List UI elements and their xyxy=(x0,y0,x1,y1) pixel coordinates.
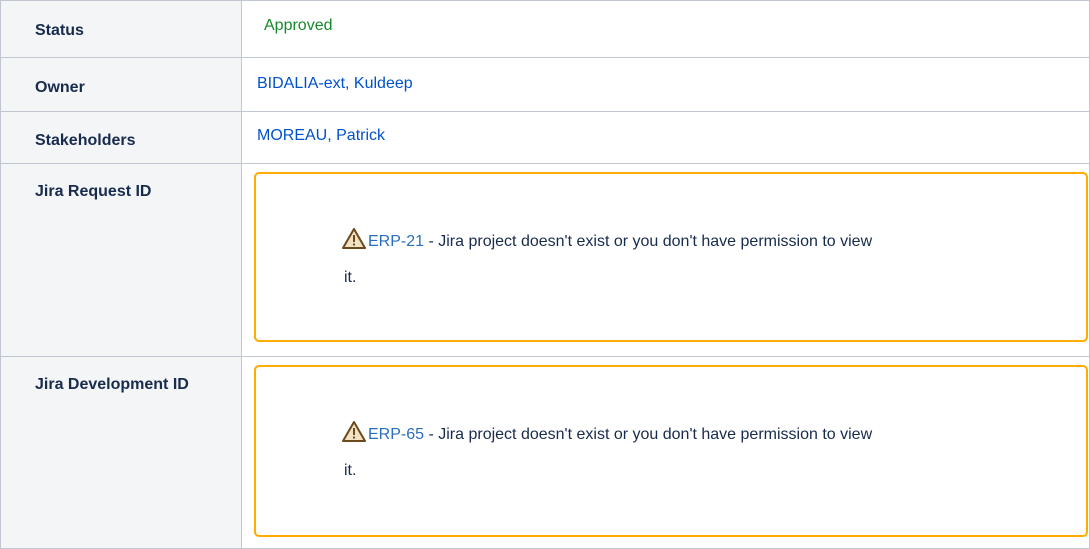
jira-issue-link[interactable]: ERP-65 xyxy=(368,426,424,443)
jira-development-value-cell: ERP-65 - Jira project doesn't exist or y… xyxy=(241,356,1090,549)
page-properties-table: Status Approved Owner BIDALIA-ext, Kulde… xyxy=(0,0,1090,549)
jira-development-label: Jira Development ID xyxy=(35,376,189,393)
status-value-cell: Approved xyxy=(241,0,1090,58)
jira-issue-message-cont: it. xyxy=(344,269,357,286)
jira-request-label: Jira Request ID xyxy=(35,183,152,200)
warning-icon xyxy=(342,228,366,249)
warning-icon xyxy=(342,421,366,442)
status-value: Approved xyxy=(264,17,333,34)
stakeholders-label: Stakeholders xyxy=(35,132,136,149)
table-row: Jira Request ID ERP-21 - Jira project do… xyxy=(0,163,1090,357)
owner-link-wrap: BIDALIA-ext, Kuldeep xyxy=(242,58,1089,93)
jira-request-label-cell: Jira Request ID xyxy=(0,163,242,357)
jira-issue-message: - Jira project doesn't exist or you don'… xyxy=(424,233,873,250)
stakeholders-value-cell: MOREAU, Patrick xyxy=(241,111,1090,164)
status-label-cell: Status xyxy=(0,0,242,58)
jira-issue-message-cont: it. xyxy=(344,462,357,479)
owner-label-cell: Owner xyxy=(0,57,242,112)
table-row: Owner BIDALIA-ext, Kuldeep xyxy=(0,57,1090,112)
owner-label: Owner xyxy=(35,79,85,96)
jira-issue-message: - Jira project doesn't exist or you don'… xyxy=(424,426,873,443)
jira-issue-warning-line: ERP-21 - Jira project doesn't exist or y… xyxy=(342,226,872,258)
jira-request-value-cell: ERP-21 - Jira project doesn't exist or y… xyxy=(241,163,1090,357)
jira-issue-link[interactable]: ERP-21 xyxy=(368,233,424,250)
table-row: Status Approved xyxy=(0,0,1090,58)
table-row: Jira Development ID ERP-65 - Jira projec… xyxy=(0,356,1090,549)
stakeholder-user-link[interactable]: MOREAU, Patrick xyxy=(257,127,385,144)
jira-issue-warning-box: ERP-65 - Jira project doesn't exist or y… xyxy=(254,365,1088,537)
stakeholders-link-wrap: MOREAU, Patrick xyxy=(242,112,1089,145)
owner-user-link[interactable]: BIDALIA-ext, Kuldeep xyxy=(257,75,413,92)
jira-issue-warning-box: ERP-21 - Jira project doesn't exist or y… xyxy=(254,172,1088,342)
jira-development-label-cell: Jira Development ID xyxy=(0,356,242,549)
status-label: Status xyxy=(35,22,84,39)
owner-value-cell: BIDALIA-ext, Kuldeep xyxy=(241,57,1090,112)
stakeholders-label-cell: Stakeholders xyxy=(0,111,242,164)
table-row: Stakeholders MOREAU, Patrick xyxy=(0,111,1090,164)
jira-issue-warning-line: ERP-65 - Jira project doesn't exist or y… xyxy=(342,419,872,451)
